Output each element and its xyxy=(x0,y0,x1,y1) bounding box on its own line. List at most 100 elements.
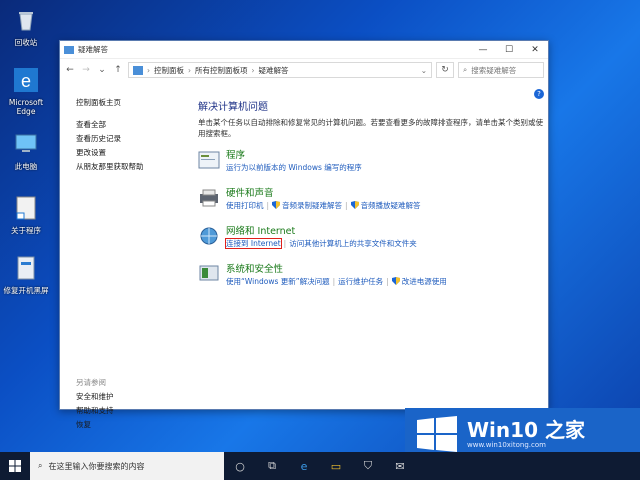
link-audio-playback[interactable]: 音频播放疑难解答 xyxy=(361,201,421,210)
breadcrumb-separator: › xyxy=(251,65,255,75)
shield-icon xyxy=(391,277,400,285)
search-icon: ⌕ xyxy=(38,461,43,470)
desktop-icon-computer[interactable]: 此电脑 xyxy=(2,130,50,171)
search-icon: ⌕ xyxy=(463,65,468,74)
breadcrumb-control-panel[interactable]: 控制面板 xyxy=(154,65,184,76)
page-description: 单击某个任务以自动排除和修复常见的计算机问题。若要查看更多的故障排查程序，请单击… xyxy=(198,118,543,138)
edge-icon: e xyxy=(14,68,38,92)
mail-icon[interactable]: ✉ xyxy=(384,452,416,480)
see-also-security-maintenance[interactable]: 安全和维护 xyxy=(76,390,186,404)
recycle-bin-icon xyxy=(19,12,33,31)
category-title[interactable]: 程序 xyxy=(226,150,362,162)
taskbar: ⌕ 在这里输入你要搜索的内容 ○ ⧉ e ▭ ⛉ ✉ xyxy=(0,452,640,480)
desktop-icon-recycle-bin[interactable]: 回收站 xyxy=(2,6,50,47)
store-icon[interactable]: ⛉ xyxy=(352,452,384,480)
taskbar-search-placeholder: 在这里输入你要搜索的内容 xyxy=(48,461,145,471)
watermark-brand: Win10 之家 xyxy=(467,418,585,442)
up-button[interactable]: ↑ xyxy=(112,65,124,75)
control-panel-icon xyxy=(64,45,74,54)
printer-icon xyxy=(200,189,218,207)
content-area: ? 控制面板主页 查看全部 查看历史记录 更改设置 从朋友那里获取帮助 另请参阅… xyxy=(60,82,548,429)
desktop-icon-repair[interactable]: 修复开机黑屏 xyxy=(2,254,50,295)
recent-locations-button[interactable]: ⌄ xyxy=(96,65,108,75)
category-title[interactable]: 硬件和声音 xyxy=(226,188,421,200)
main-panel: 解决计算机问题 单击某个任务以自动排除和修复常见的计算机问题。若要查看更多的故障… xyxy=(198,98,543,286)
category-hardware-sound: 硬件和声音 使用打印机 | 音频录制疑难解答 | 音频播放疑难解答 xyxy=(198,188,421,212)
nav-view-all[interactable]: 查看全部 xyxy=(76,118,186,132)
search-box[interactable]: ⌕ 搜索疑难解答 xyxy=(458,62,544,78)
category-network-internet: 网络和 Internet 连接到 Internet | 访问其他计算机上的共享文件和… xyxy=(198,226,417,250)
watermark-url: www.win10xitong.com xyxy=(467,441,546,449)
system-security-icon xyxy=(199,265,219,281)
link-divider: | xyxy=(266,201,270,210)
back-button[interactable]: ← xyxy=(64,65,76,75)
desktop-icon-label: Microsoft Edge xyxy=(8,98,44,116)
search-placeholder: 搜索疑难解答 xyxy=(471,65,517,75)
desktop-icon-shortcut[interactable]: 关于程序 xyxy=(2,194,50,235)
programs-icon xyxy=(198,151,220,169)
category-title[interactable]: 系统和安全性 xyxy=(226,264,447,276)
cortana-icon[interactable]: ○ xyxy=(224,452,256,480)
link-divider: | xyxy=(345,201,348,210)
nav-view-history[interactable]: 查看历史记录 xyxy=(76,132,186,146)
breadcrumb-separator: › xyxy=(147,65,150,75)
page-title: 解决计算机问题 xyxy=(198,102,268,113)
breadcrumb-all-items[interactable]: 所有控制面板项 xyxy=(195,65,248,76)
file-explorer-icon[interactable]: ▭ xyxy=(320,452,352,480)
link-audio-recording[interactable]: 音频录制疑难解答 xyxy=(282,201,342,210)
left-nav: 控制面板主页 查看全部 查看历史记录 更改设置 从朋友那里获取帮助 xyxy=(76,96,186,174)
link-maintenance-tasks[interactable]: 运行维护任务 xyxy=(338,277,383,286)
close-button[interactable]: ✕ xyxy=(522,41,548,59)
title-bar[interactable]: 疑难解答 — ☐ ✕ xyxy=(60,41,548,59)
link-run-old-programs[interactable]: 运行为以前版本的 Windows 编写的程序 xyxy=(226,163,362,172)
forward-button[interactable]: → xyxy=(80,65,92,75)
network-icon xyxy=(200,227,218,245)
link-power-usage[interactable]: 改进电源使用 xyxy=(402,277,447,286)
address-toolbar: ← → ⌄ ↑ › 控制面板 › 所有控制面板项 › 疑难解答 ⌄ ↻ ⌕ 搜索… xyxy=(60,59,548,81)
desktop-icon-label: 此电脑 xyxy=(14,162,38,171)
desktop-icon-label: 关于程序 xyxy=(11,226,41,235)
see-also-recovery[interactable]: 恢复 xyxy=(76,418,186,432)
link-connect-to-internet[interactable]: 连接到 Internet xyxy=(225,238,282,249)
desktop-icon-label: 修复开机黑屏 xyxy=(3,286,49,295)
nav-change-settings[interactable]: 更改设置 xyxy=(76,146,186,160)
refresh-button[interactable]: ↻ xyxy=(436,62,454,78)
category-title[interactable]: 网络和 Internet xyxy=(226,226,417,238)
windows-start-icon xyxy=(9,460,21,472)
chevron-down-icon[interactable]: ⌄ xyxy=(421,66,427,75)
link-divider: | xyxy=(332,277,336,286)
shield-icon xyxy=(350,201,359,209)
address-bar[interactable]: › 控制面板 › 所有控制面板项 › 疑难解答 ⌄ xyxy=(128,62,432,78)
svg-text:e: e xyxy=(21,71,31,91)
shield-icon xyxy=(272,201,281,209)
maximize-button[interactable]: ☐ xyxy=(496,41,522,59)
breadcrumb-troubleshooting[interactable]: 疑难解答 xyxy=(259,65,289,76)
link-windows-update[interactable]: 使用“Windows 更新”解决问题 xyxy=(226,277,330,286)
link-use-printer[interactable]: 使用打印机 xyxy=(226,201,264,210)
see-also-header: 另请参阅 xyxy=(76,378,106,387)
desktop-icon-edge[interactable]: e Microsoft Edge xyxy=(2,66,50,116)
nav-control-panel-home[interactable]: 控制面板主页 xyxy=(76,96,186,110)
repair-icon xyxy=(17,256,35,280)
category-programs: 程序 运行为以前版本的 Windows 编写的程序 xyxy=(198,150,362,174)
edge-taskbar-icon[interactable]: e xyxy=(288,452,320,480)
link-divider: | xyxy=(283,239,287,248)
troubleshooting-window: 疑难解答 — ☐ ✕ ← → ⌄ ↑ › 控制面板 › 所有控制面板项 › 疑难… xyxy=(59,40,549,429)
task-view-icon[interactable]: ⧉ xyxy=(256,452,288,480)
taskbar-search-box[interactable]: ⌕ 在这里输入你要搜索的内容 xyxy=(30,452,224,480)
start-button[interactable] xyxy=(0,452,30,480)
shortcut-icon xyxy=(16,196,36,220)
control-panel-icon xyxy=(133,65,143,75)
nav-get-help-from-friend[interactable]: 从朋友那里获取帮助 xyxy=(76,160,186,174)
breadcrumb-separator: › xyxy=(188,65,191,75)
see-also: 另请参阅 安全和维护 帮助和支持 恢复 xyxy=(76,376,186,432)
category-system-security: 系统和安全性 使用“Windows 更新”解决问题 | 运行维护任务 | 改进电源使用 xyxy=(198,264,447,288)
link-divider: | xyxy=(386,277,389,286)
see-also-help-support[interactable]: 帮助和支持 xyxy=(76,404,186,418)
link-shared-folders[interactable]: 访问其他计算机上的共享文件和文件夹 xyxy=(289,239,417,248)
windows-logo-icon xyxy=(417,416,457,452)
desktop-icon-label: 回收站 xyxy=(14,38,38,47)
minimize-button[interactable]: — xyxy=(470,41,496,59)
window-title: 疑难解答 xyxy=(78,45,108,54)
computer-icon xyxy=(15,134,37,152)
